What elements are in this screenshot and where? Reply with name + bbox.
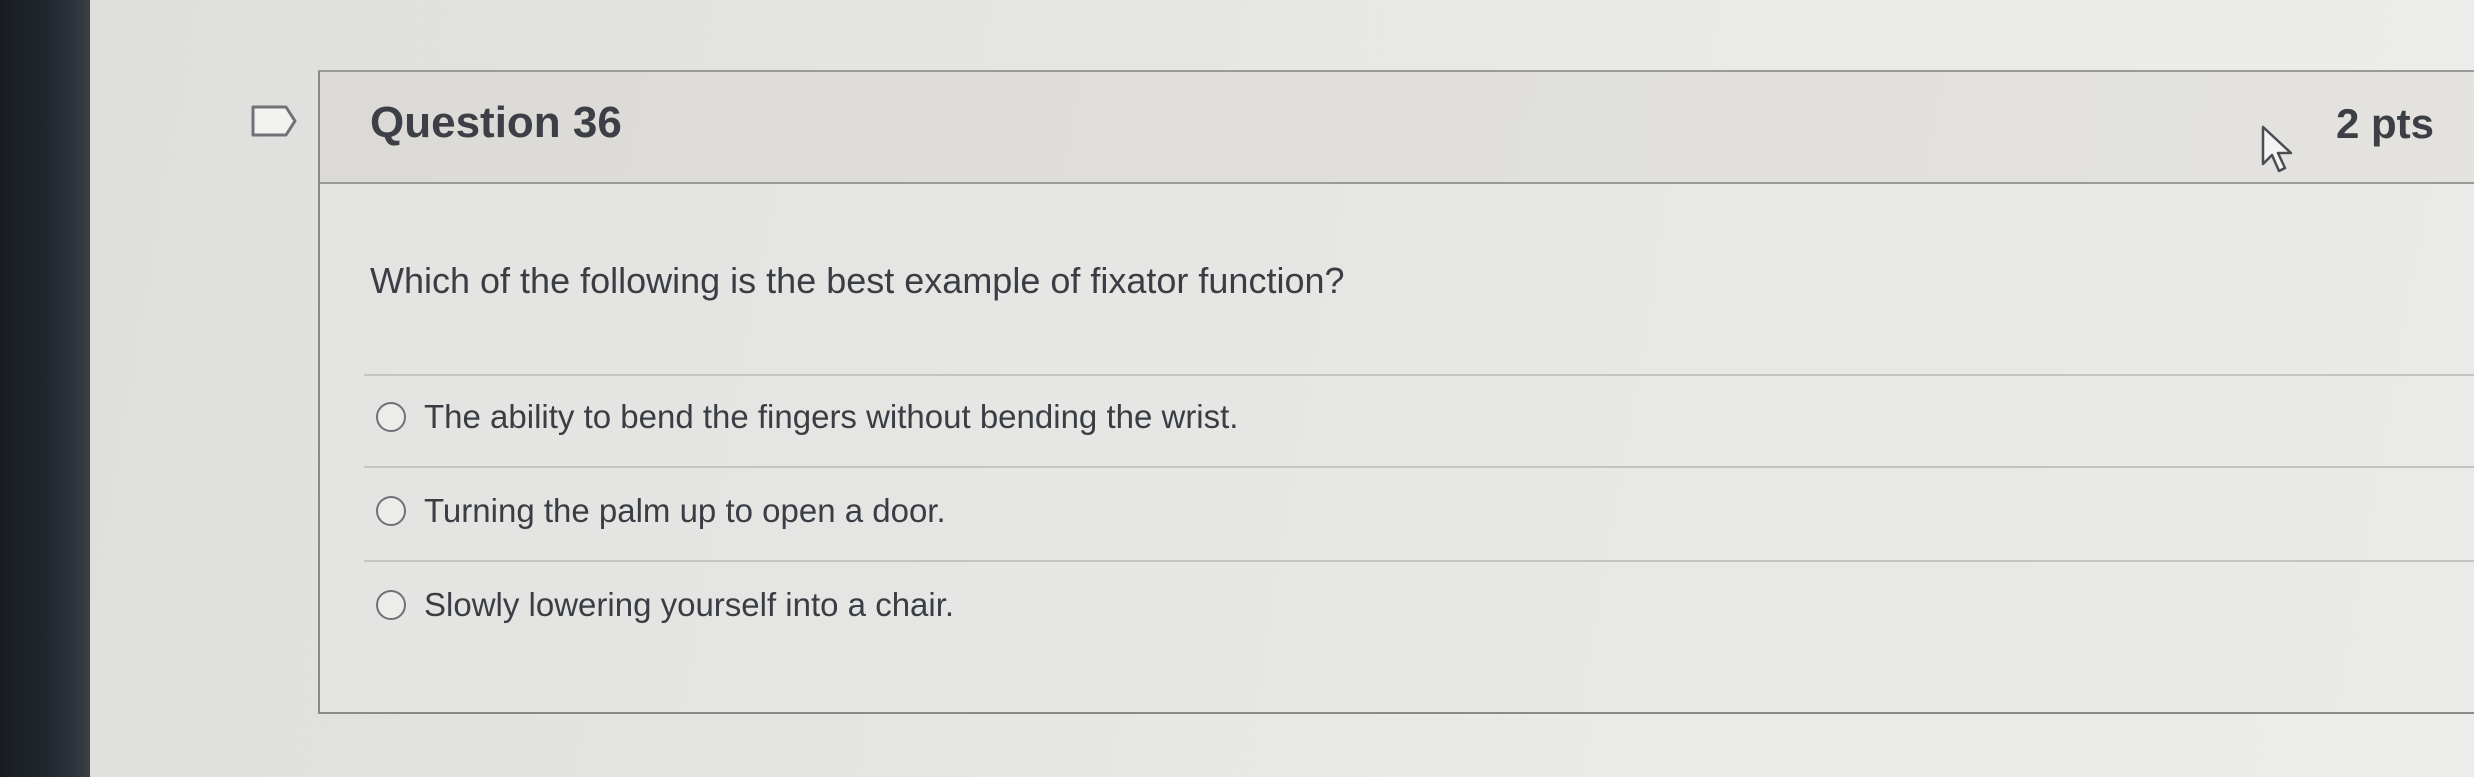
question-title: Question 36 bbox=[370, 98, 622, 147]
answer-option-2[interactable]: Turning the palm up to open a door. bbox=[376, 486, 946, 536]
question-points: 2 pts bbox=[2336, 100, 2435, 147]
mouse-pointer-icon bbox=[2261, 125, 2293, 173]
screen-bezel bbox=[0, 0, 90, 777]
answer-option-1[interactable]: The ability to bend the fingers without … bbox=[376, 392, 1238, 442]
radio-button[interactable] bbox=[376, 402, 406, 432]
answer-divider bbox=[364, 374, 2474, 376]
answer-label: Turning the palm up to open a door. bbox=[424, 492, 946, 529]
answer-divider bbox=[364, 560, 2474, 562]
question-text: Which of the following is the best examp… bbox=[370, 260, 1345, 301]
question-card: Question 36 2 pts Which of the following… bbox=[318, 70, 2474, 714]
question-header: Question 36 2 pts bbox=[320, 72, 2474, 184]
bookmark-flag-icon[interactable] bbox=[250, 104, 298, 138]
answer-label: Slowly lowering yourself into a chair. bbox=[424, 586, 955, 623]
answer-divider bbox=[364, 466, 2474, 468]
answer-option-3[interactable]: Slowly lowering yourself into a chair. bbox=[376, 580, 954, 630]
radio-button[interactable] bbox=[376, 496, 406, 526]
answer-label: The ability to bend the fingers without … bbox=[424, 398, 1239, 435]
radio-button[interactable] bbox=[376, 590, 406, 620]
